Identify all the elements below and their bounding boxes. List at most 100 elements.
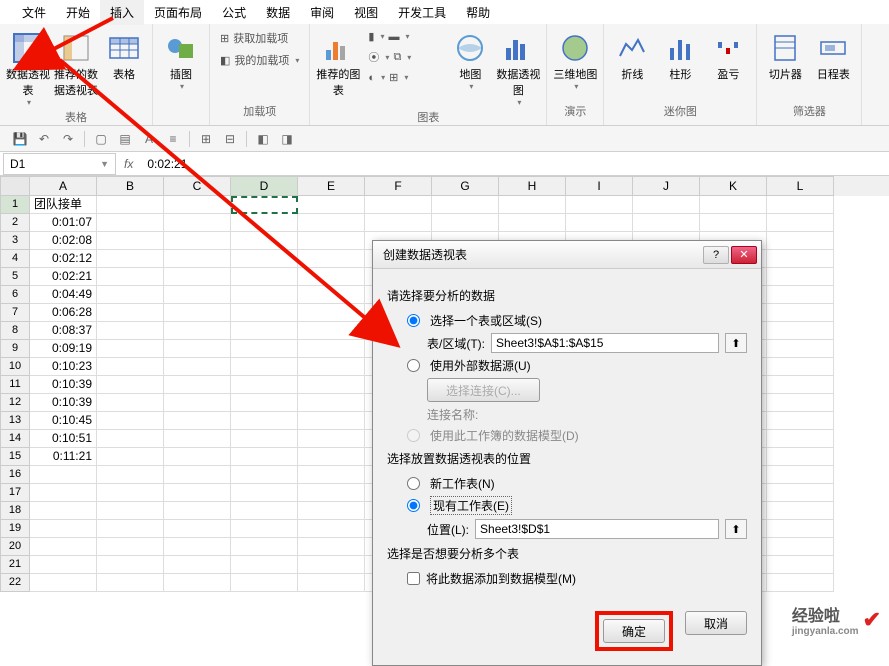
- cell[interactable]: [97, 412, 164, 430]
- row-header[interactable]: 3: [0, 232, 30, 250]
- cell[interactable]: [231, 268, 298, 286]
- cell[interactable]: [231, 340, 298, 358]
- cell[interactable]: [164, 556, 231, 574]
- range-ref-button[interactable]: ⬆: [725, 333, 747, 353]
- row-header[interactable]: 22: [0, 574, 30, 592]
- dialog-titlebar[interactable]: 创建数据透视表 ? ✕: [373, 241, 761, 269]
- cell[interactable]: [767, 484, 834, 502]
- menu-插入[interactable]: 插入: [100, 0, 144, 25]
- cell[interactable]: [298, 502, 365, 520]
- cell[interactable]: [767, 502, 834, 520]
- cell[interactable]: [97, 556, 164, 574]
- cell[interactable]: [767, 232, 834, 250]
- cell[interactable]: 0:02:21: [30, 268, 97, 286]
- row-header[interactable]: 4: [0, 250, 30, 268]
- cell[interactable]: [298, 286, 365, 304]
- cell[interactable]: [97, 232, 164, 250]
- row-header[interactable]: 6: [0, 286, 30, 304]
- cell[interactable]: [164, 574, 231, 592]
- cell[interactable]: [164, 232, 231, 250]
- row-header[interactable]: 7: [0, 304, 30, 322]
- cell[interactable]: [767, 412, 834, 430]
- cell[interactable]: [566, 214, 633, 232]
- cell[interactable]: [298, 322, 365, 340]
- cell[interactable]: [97, 502, 164, 520]
- menu-数据[interactable]: 数据: [256, 0, 300, 25]
- cell[interactable]: [298, 376, 365, 394]
- cell[interactable]: [164, 430, 231, 448]
- cell[interactable]: [231, 286, 298, 304]
- sparkline-column-button[interactable]: 柱形: [658, 28, 702, 82]
- menu-审阅[interactable]: 审阅: [300, 0, 344, 25]
- menu-文件[interactable]: 文件: [12, 0, 56, 25]
- cell[interactable]: [164, 322, 231, 340]
- cell[interactable]: [97, 214, 164, 232]
- cell[interactable]: [231, 412, 298, 430]
- cell[interactable]: [365, 196, 432, 214]
- cell[interactable]: 0:10:23: [30, 358, 97, 376]
- row-header[interactable]: 11: [0, 376, 30, 394]
- cell[interactable]: [700, 214, 767, 232]
- qat-item[interactable]: ⊞: [198, 131, 214, 147]
- cell[interactable]: [231, 358, 298, 376]
- cell[interactable]: [164, 196, 231, 214]
- chart-type-1[interactable]: ▮▾ ▬▾: [364, 28, 444, 45]
- cell[interactable]: [231, 574, 298, 592]
- menu-视图[interactable]: 视图: [344, 0, 388, 25]
- cell[interactable]: [30, 502, 97, 520]
- radio-existing-sheet[interactable]: [407, 499, 420, 512]
- cell[interactable]: [164, 394, 231, 412]
- cell[interactable]: [97, 376, 164, 394]
- col-header-E[interactable]: E: [298, 176, 365, 196]
- get-addins-button[interactable]: ⊞获取加载项: [216, 28, 303, 48]
- cell[interactable]: [298, 538, 365, 556]
- cell[interactable]: 0:09:19: [30, 340, 97, 358]
- row-header[interactable]: 21: [0, 556, 30, 574]
- row-header[interactable]: 18: [0, 502, 30, 520]
- cell[interactable]: [298, 394, 365, 412]
- qat-item[interactable]: ▢: [93, 131, 109, 147]
- cell[interactable]: 0:01:07: [30, 214, 97, 232]
- qat-item[interactable]: ▤: [117, 131, 133, 147]
- cell[interactable]: [767, 322, 834, 340]
- cell[interactable]: [30, 556, 97, 574]
- row-header[interactable]: 10: [0, 358, 30, 376]
- close-button[interactable]: ✕: [731, 246, 757, 264]
- cell[interactable]: [231, 196, 298, 214]
- cell[interactable]: 0:08:37: [30, 322, 97, 340]
- cell[interactable]: [97, 358, 164, 376]
- recommended-charts-button[interactable]: 推荐的图表: [316, 28, 360, 98]
- cell[interactable]: [432, 214, 499, 232]
- radio-select-range[interactable]: [407, 314, 420, 327]
- cell[interactable]: [231, 232, 298, 250]
- choose-connection-button[interactable]: 选择连接(C)...: [427, 378, 540, 402]
- col-header-J[interactable]: J: [633, 176, 700, 196]
- cell[interactable]: [767, 358, 834, 376]
- cell[interactable]: [97, 466, 164, 484]
- cell[interactable]: [97, 448, 164, 466]
- cell[interactable]: [633, 196, 700, 214]
- col-header-H[interactable]: H: [499, 176, 566, 196]
- cell[interactable]: [164, 412, 231, 430]
- cell[interactable]: [164, 502, 231, 520]
- cell[interactable]: [767, 448, 834, 466]
- col-header-B[interactable]: B: [97, 176, 164, 196]
- cell[interactable]: [767, 250, 834, 268]
- cell[interactable]: [298, 484, 365, 502]
- cell[interactable]: [164, 358, 231, 376]
- table-button[interactable]: 表格: [102, 28, 146, 82]
- col-header-F[interactable]: F: [365, 176, 432, 196]
- cell[interactable]: [432, 196, 499, 214]
- checkbox-add-to-model[interactable]: [407, 572, 420, 585]
- cell[interactable]: [298, 340, 365, 358]
- qat-item[interactable]: ◨: [279, 131, 295, 147]
- sparkline-line-button[interactable]: 折线: [610, 28, 654, 82]
- cell[interactable]: 0:02:08: [30, 232, 97, 250]
- slicer-button[interactable]: 切片器: [763, 28, 807, 82]
- cell[interactable]: [231, 520, 298, 538]
- cell[interactable]: [231, 304, 298, 322]
- pivot-chart-button[interactable]: 数据透视图▾: [496, 28, 540, 107]
- cell[interactable]: [97, 574, 164, 592]
- cell[interactable]: [30, 466, 97, 484]
- cell[interactable]: [298, 250, 365, 268]
